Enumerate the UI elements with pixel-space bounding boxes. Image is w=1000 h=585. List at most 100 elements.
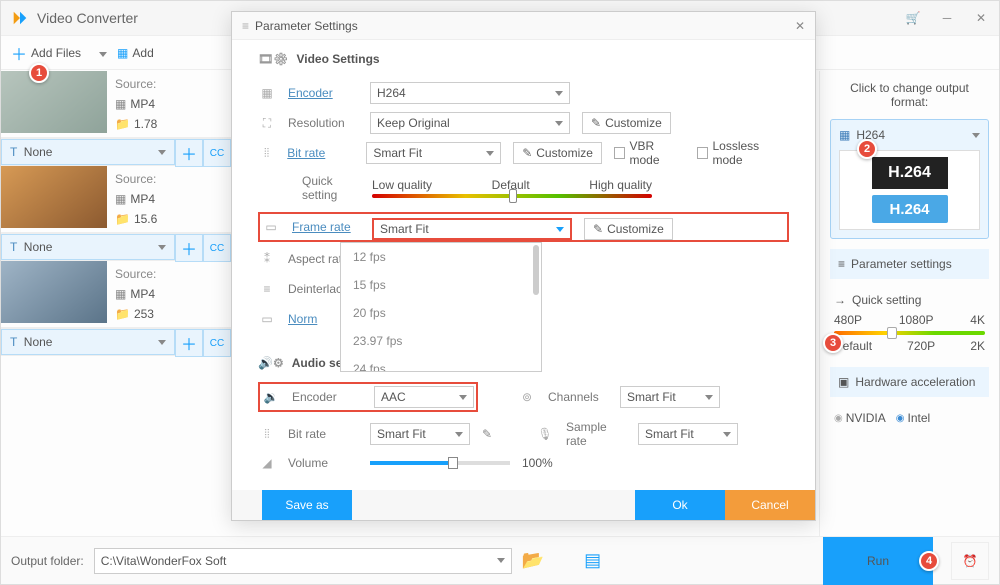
chevron-down-icon[interactable] [99, 46, 107, 60]
output-format-label: Click to change output format: [830, 81, 989, 109]
video-thumbnail [1, 166, 107, 228]
audio-encoder-select[interactable]: AAC [374, 386, 474, 408]
item-controls: T None ＋ CC [1, 138, 231, 166]
main-window: Video Converter 🛒 ─ ✕ ＋ Add Files ▦ Add … [0, 0, 1000, 585]
encoder-icon: ▦ [258, 86, 276, 100]
dialog-close-button[interactable]: ✕ [795, 19, 805, 33]
deinterlace-icon: ≡ [258, 282, 276, 296]
volume-slider[interactable] [370, 461, 510, 465]
chip-icon: ▣ [838, 375, 849, 389]
app-logo-icon [11, 9, 29, 27]
step-badge-1: 1 [29, 63, 49, 83]
video-settings-heading: 🎞⚙ Video Settings [258, 52, 789, 66]
lossless-checkbox[interactable]: Lossless mode [697, 139, 789, 167]
video-bitrate-select[interactable]: Smart Fit [366, 142, 501, 164]
open-folder-button[interactable]: 📂 [522, 550, 544, 571]
resolution-label: Resolution [288, 116, 358, 130]
run-button[interactable]: Run [823, 537, 933, 585]
minimize-button[interactable]: ─ [939, 10, 955, 26]
save-as-button[interactable]: Save as [262, 490, 352, 520]
parameter-settings-button[interactable]: ≡ Parameter settings [830, 249, 989, 279]
bitrate-icon: ⦙⦙ [258, 146, 275, 160]
step-badge-3: 3 [823, 333, 843, 353]
dialog-title: Parameter Settings [255, 19, 358, 33]
cc-button[interactable]: CC [203, 234, 231, 262]
output-format-box[interactable]: ▦ H264 H.264 H.264 [830, 119, 989, 239]
cc-button[interactable]: CC [203, 329, 231, 357]
output-folder-label: Output folder: [11, 554, 84, 568]
close-button[interactable]: ✕ [973, 10, 989, 26]
speaker-icon: 🔉 [262, 390, 280, 404]
film-gear-icon: 🎞⚙ [258, 52, 288, 66]
audio-encoder-label: Encoder [292, 390, 362, 404]
volume-label: Volume [288, 456, 358, 470]
bitrate-label[interactable]: Bit rate [287, 146, 354, 160]
video-thumbnail [1, 261, 107, 323]
add-files-button[interactable]: ＋ Add Files [11, 41, 107, 65]
channels-label: Channels [548, 390, 608, 404]
video-encoder-select[interactable]: H264 [370, 82, 570, 104]
fps-option[interactable]: 23.97 fps [341, 327, 541, 355]
chevron-down-icon [972, 133, 980, 138]
intel-label: ◉ Intel [896, 411, 930, 425]
edit-icon[interactable]: ✎ [482, 427, 492, 441]
step-badge-4: 4 [919, 551, 939, 571]
h264-badge: H.264 [872, 195, 948, 223]
sliders-icon: ≡ [242, 19, 249, 33]
fps-option[interactable]: 12 fps [341, 243, 541, 271]
bitrate-icon: ⦙⦙ [258, 427, 276, 441]
subtitle-select[interactable]: T None [1, 234, 175, 260]
right-panel: Click to change output format: ▦ H264 H.… [819, 71, 999, 536]
audio-bitrate-select[interactable]: Smart Fit [370, 423, 470, 445]
schedule-button[interactable]: ⏰ [951, 542, 989, 580]
parameter-settings-dialog: ≡ Parameter Settings ✕ 🎞⚙ Video Settings… [231, 11, 816, 521]
cart-icon[interactable]: 🛒 [905, 10, 921, 26]
list-item[interactable]: Source: ▦ MP4 📁 253 [1, 261, 231, 328]
size-label: 📁 1.78 [115, 117, 223, 131]
merge-button[interactable]: ▤ [584, 550, 601, 571]
customize-button[interactable]: ✎ Customize [582, 112, 671, 134]
customize-button[interactable]: ✎ Customize [584, 218, 673, 240]
fps-option[interactable]: 24 fps [341, 355, 541, 372]
cancel-button[interactable]: Cancel [725, 490, 815, 520]
vbr-checkbox[interactable]: VBR mode [614, 139, 685, 167]
cc-button[interactable]: CC [203, 139, 231, 167]
fps-option[interactable]: 20 fps [341, 299, 541, 327]
step-badge-2: 2 [857, 139, 877, 159]
resolution-select[interactable]: Keep Original [370, 112, 570, 134]
add-button[interactable]: ▦ Add [117, 46, 154, 60]
encoder-label[interactable]: Encoder [288, 86, 358, 100]
samplerate-select[interactable]: Smart Fit [638, 423, 738, 445]
channels-select[interactable]: Smart Fit [620, 386, 720, 408]
speaker-gear-icon: 🔊⚙ [258, 356, 284, 370]
list-item[interactable]: Source: ▦ MP4 📁 15.6 [1, 166, 231, 233]
samplerate-label: Sample rate [566, 420, 626, 448]
format-card: H.264 H.264 [839, 150, 980, 230]
file-icon: ▦ [117, 46, 128, 60]
nvidia-label: ◉ NVIDIA [834, 411, 886, 425]
quality-slider[interactable] [372, 194, 652, 198]
add-subtitle-button[interactable]: ＋ [175, 139, 203, 167]
video-thumbnail [1, 71, 107, 133]
resolution-icon: ⛶ [258, 116, 276, 130]
framerate-label[interactable]: Frame rate [292, 220, 362, 234]
mic-icon: 🎙 [536, 427, 554, 441]
scrollbar[interactable] [533, 245, 539, 295]
framerate-icon: ▭ [262, 220, 280, 234]
fps-option[interactable]: 15 fps [341, 271, 541, 299]
framerate-select[interactable]: Smart Fit [372, 218, 572, 240]
sliders-icon: ≡ [838, 257, 845, 271]
hardware-accel-toggle[interactable]: ▣Hardware acceleration [830, 367, 989, 397]
add-subtitle-button[interactable]: ＋ [175, 234, 203, 262]
quick-setting-slider[interactable] [834, 331, 985, 335]
output-folder-input[interactable]: C:\Vita\WonderFox Soft [94, 548, 512, 574]
subtitle-select[interactable]: T None [1, 329, 175, 355]
ok-button[interactable]: Ok [635, 490, 725, 520]
source-list: Source: ▦ MP4 📁 1.78 T None ＋ CC Source:… [1, 71, 231, 536]
plus-icon: ＋ [11, 41, 27, 65]
framerate-dropdown-list[interactable]: 12 fps 15 fps 20 fps 23.97 fps 24 fps [340, 242, 542, 372]
add-subtitle-button[interactable]: ＋ [175, 329, 203, 357]
customize-button[interactable]: ✎ Customize [513, 142, 602, 164]
subtitle-select[interactable]: T None [1, 139, 175, 165]
h264-badge: H.264 [872, 157, 948, 189]
